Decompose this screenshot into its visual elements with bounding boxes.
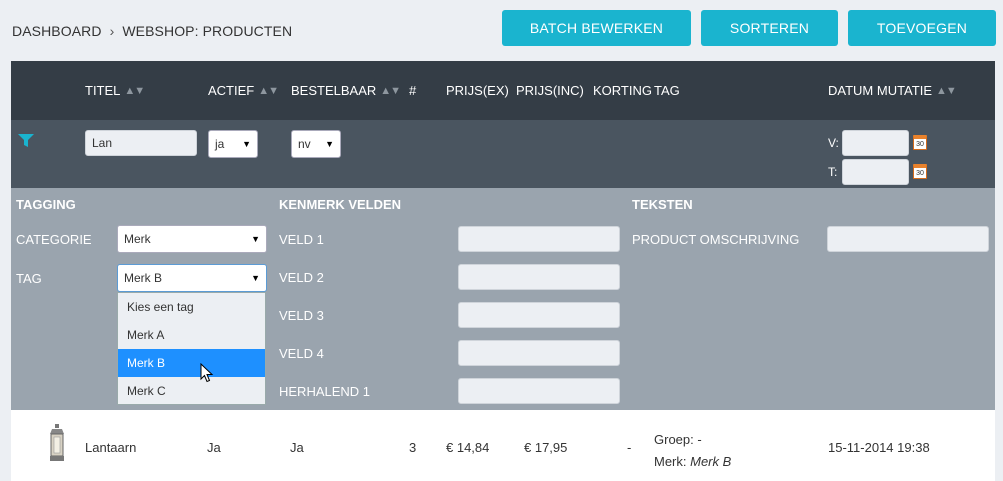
veld-2-input[interactable] [458, 264, 620, 290]
dropdown-option[interactable]: Merk C [118, 377, 265, 405]
product-omschrijving-input[interactable] [827, 226, 989, 252]
sort-button[interactable]: SORTEREN [701, 10, 838, 46]
batch-edit-button[interactable]: BATCH BEWERKEN [502, 10, 691, 46]
date-to-input[interactable] [842, 159, 909, 185]
chevron-down-icon: ▼ [251, 234, 260, 244]
product-datum-mutatie: 15-11-2014 19:38 [828, 440, 930, 455]
tag-select[interactable]: Merk B ▼ [117, 264, 267, 292]
tag-dropdown-list: Kies een tag Merk A Merk B Merk C [117, 292, 266, 405]
breadcrumb-separator: › [109, 23, 115, 39]
veld-1-label: VELD 1 [279, 232, 324, 247]
veld-3-input[interactable] [458, 302, 620, 328]
merk-value: Merk B [690, 454, 732, 469]
column-prijs-inc: PRIJS(INC) [516, 83, 584, 98]
herhalend-1-input[interactable] [458, 378, 620, 404]
sort-arrows-icon[interactable]: ▲▼ [124, 85, 145, 97]
chevron-down-icon: ▼ [251, 273, 260, 283]
herhalend-1-label: HERHALEND 1 [279, 384, 371, 399]
veld-4-input[interactable] [458, 340, 620, 366]
date-from-label: V: [828, 136, 839, 150]
groep-label: Groep: [654, 432, 694, 447]
date-to-label: T: [828, 165, 838, 179]
veld-2-label: VELD 2 [279, 270, 324, 285]
categorie-label: CATEGORIE [16, 232, 92, 247]
sort-arrows-icon[interactable]: ▲▼ [936, 85, 957, 97]
kenmerk-title: KENMERK VELDEN [279, 197, 402, 212]
product-tags: Groep: - Merk: Merk B [654, 429, 731, 473]
product-title[interactable]: Lantaarn [85, 440, 136, 455]
column-tag: TAG [654, 83, 680, 98]
veld-4-label: VELD 4 [279, 346, 324, 361]
product-prijs-inc: € 17,95 [524, 440, 568, 455]
product-actief: Ja [207, 440, 221, 455]
breadcrumb-current: WEBSHOP: PRODUCTEN [122, 23, 293, 39]
dropdown-option-selected[interactable]: Merk B [118, 349, 265, 377]
calendar-icon[interactable]: 30 [913, 135, 927, 150]
chevron-down-icon: ▼ [325, 139, 334, 149]
teksten-title: TEKSTEN [632, 197, 693, 212]
title-filter-input[interactable] [85, 130, 197, 156]
calendar-icon[interactable]: 30 [913, 164, 927, 179]
product-bestelbaar: Ja [290, 440, 304, 455]
merk-label: Merk: [654, 454, 687, 469]
column-korting: KORTING [593, 83, 652, 98]
product-omschrijving-label: PRODUCT OMSCHRIJVING [632, 232, 800, 247]
product-prijs-ex: € 14,84 [446, 440, 490, 455]
chevron-down-icon: ▼ [242, 139, 251, 149]
date-from-input[interactable] [842, 130, 909, 156]
column-datum-mutatie[interactable]: DATUM MUTATIE ▲▼ [828, 83, 957, 98]
column-prijs-ex: PRIJS(EX) [446, 83, 509, 98]
sort-arrows-icon[interactable]: ▲▼ [380, 85, 401, 97]
groep-value: - [697, 432, 702, 447]
tagging-title: TAGGING [16, 197, 76, 212]
column-titel[interactable]: TITEL ▲▼ [85, 83, 145, 98]
veld-1-input[interactable] [458, 226, 620, 252]
dropdown-option[interactable]: Kies een tag [118, 293, 265, 321]
dropdown-option[interactable]: Merk A [118, 321, 265, 349]
column-actief[interactable]: ACTIEF ▲▼ [208, 83, 279, 98]
mouse-cursor-icon [200, 362, 214, 386]
product-thumbnail[interactable] [48, 424, 66, 467]
categorie-select[interactable]: Merk ▼ [117, 225, 267, 253]
product-korting: - [627, 440, 632, 455]
actief-filter-select[interactable]: ja ▼ [208, 130, 258, 158]
bestelbaar-filter-select[interactable]: nv ▼ [291, 130, 341, 158]
product-count: 3 [409, 440, 417, 455]
column-bestelbaar[interactable]: BESTELBAAR ▲▼ [291, 83, 401, 98]
sort-arrows-icon[interactable]: ▲▼ [258, 85, 279, 97]
filter-icon[interactable] [18, 134, 34, 151]
breadcrumb: DASHBOARD › WEBSHOP: PRODUCTEN [12, 23, 292, 39]
breadcrumb-dashboard[interactable]: DASHBOARD [12, 23, 102, 39]
column-count: # [409, 83, 417, 98]
tag-label: TAG [16, 271, 42, 286]
add-button[interactable]: TOEVOEGEN [848, 10, 996, 46]
veld-3-label: VELD 3 [279, 308, 324, 323]
